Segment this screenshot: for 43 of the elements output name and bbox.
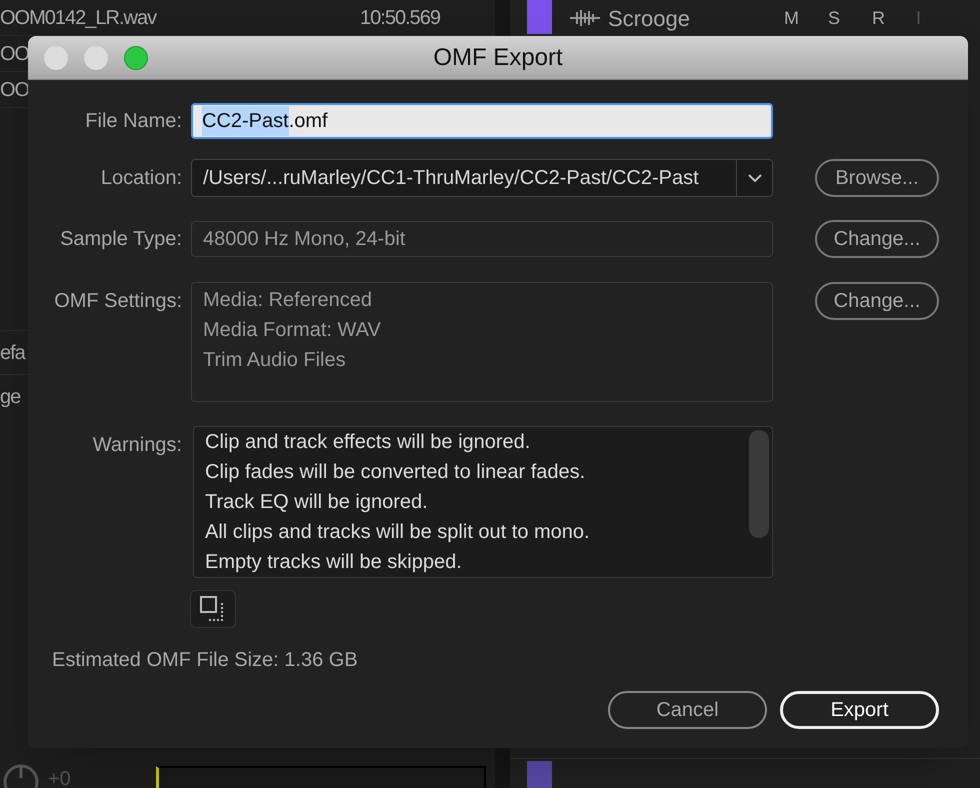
field-label: OMF Settings: <box>53 289 182 314</box>
close-button[interactable] <box>44 46 68 70</box>
warning-line: Track EQ will be ignored. <box>205 490 429 515</box>
file-name-field[interactable]: CC2-Past.omf <box>191 103 773 139</box>
field-label: Sample Type: <box>59 227 182 252</box>
track-toggle-button[interactable]: R <box>872 4 916 32</box>
resize-button[interactable] <box>190 590 236 628</box>
field-label: Location: <box>100 166 182 191</box>
zoom-button[interactable] <box>124 46 148 70</box>
field-label: Warnings: <box>92 433 182 458</box>
change-button[interactable]: Change... <box>815 282 939 320</box>
clip-name: OOM0142_LR.wav <box>0 6 156 30</box>
warning-line: All clips and tracks will be split out to mono. <box>205 520 591 545</box>
scrollbar-thumb[interactable] <box>749 430 769 538</box>
cancel-button[interactable]: Cancel <box>608 691 767 729</box>
track-name: Scrooge <box>608 4 691 33</box>
change-button[interactable]: Change... <box>815 220 939 258</box>
settings-line: Trim Audio Files <box>203 348 347 373</box>
settings-line: Media: Referenced <box>203 288 373 313</box>
export-button[interactable]: Export <box>780 691 939 729</box>
clip-time: 10:50.569 <box>360 6 440 30</box>
track-color-swatch <box>527 0 552 34</box>
panel-item[interactable]: ge <box>0 382 20 412</box>
track-toggle-button[interactable]: S <box>828 4 872 32</box>
panel-item[interactable]: efa <box>0 338 25 368</box>
browse-button[interactable]: Browse... <box>815 159 939 197</box>
window-title: OMF Export <box>433 42 563 72</box>
clip-name: OO <box>0 78 30 102</box>
clip-name: OO <box>0 42 30 66</box>
settings-line: Media Format: WAV <box>203 318 382 343</box>
minimize-button[interactable] <box>84 46 108 70</box>
track-toggle-button[interactable]: M <box>784 4 828 32</box>
sample-type-field: 48000 Hz Mono, 24-bit <box>191 221 773 257</box>
field-label: File Name: <box>84 109 182 134</box>
track-color-swatch <box>527 761 552 788</box>
caret-icon <box>748 174 762 182</box>
warning-line: Clip fades will be converted to linear fades. <box>205 460 586 485</box>
waveform-icon <box>570 10 600 26</box>
warning-line: Empty tracks will be skipped. <box>205 550 463 575</box>
file-size-estimate: Estimated OMF File Size: 1.36 GB <box>52 648 358 673</box>
knob-icon[interactable] <box>2 762 40 788</box>
warning-line: Clip and track effects will be ignored. <box>205 430 532 455</box>
location-dropdown[interactable]: /Users/...ruMarley/CC1-ThruMarley/CC2-Past/CC2-Past <box>191 159 773 197</box>
